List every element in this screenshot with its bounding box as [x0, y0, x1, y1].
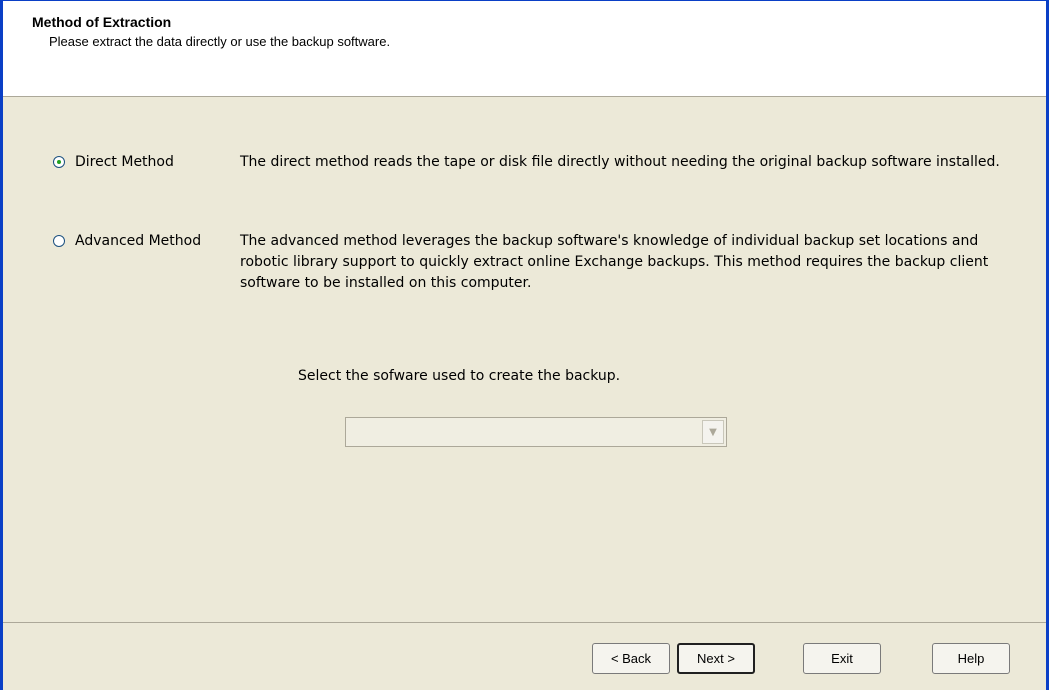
- direct-method-label[interactable]: Direct Method: [75, 152, 240, 172]
- exit-button[interactable]: Exit: [803, 643, 881, 674]
- advanced-method-label[interactable]: Advanced Method: [75, 231, 240, 251]
- advanced-method-radio[interactable]: [53, 235, 65, 247]
- back-button[interactable]: < Back: [592, 643, 670, 674]
- option-direct-method[interactable]: Direct Method The direct method reads th…: [53, 154, 1000, 173]
- advanced-method-description: The advanced method leverages the backup…: [240, 233, 989, 291]
- help-button[interactable]: Help: [932, 643, 1010, 674]
- software-select-prompt: Select the sofware used to create the ba…: [298, 368, 621, 384]
- next-button[interactable]: Next >: [677, 643, 755, 674]
- direct-method-radio[interactable]: [53, 156, 65, 168]
- option-advanced-method[interactable]: Advanced Method The advanced method leve…: [53, 233, 1000, 294]
- wizard-header: Method of Extraction Please extract the …: [3, 1, 1046, 97]
- chevron-down-icon[interactable]: ▼: [702, 420, 724, 444]
- footer-divider: [3, 622, 1046, 623]
- wizard-window: Method of Extraction Please extract the …: [0, 0, 1049, 690]
- page-title: Method of Extraction: [32, 14, 172, 30]
- page-subtitle: Please extract the data directly or use …: [49, 34, 391, 49]
- direct-method-description: The direct method reads the tape or disk…: [240, 154, 1000, 170]
- backup-software-select[interactable]: ▼: [345, 417, 727, 447]
